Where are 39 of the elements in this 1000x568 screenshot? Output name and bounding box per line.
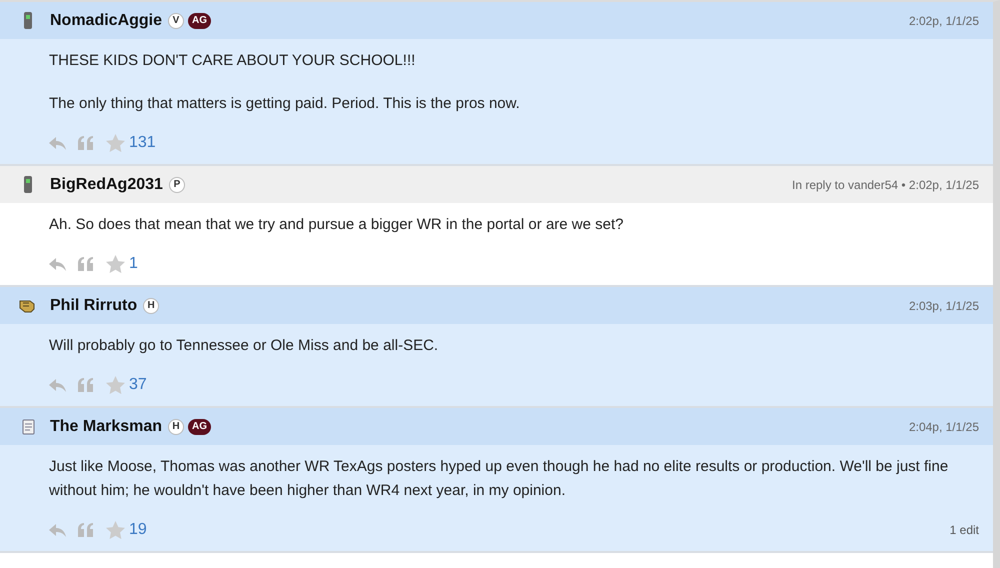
post-text: Ah. So does that mean that we try and pursue a bigger WR in the portal or are we set? [49, 215, 624, 235]
star-count: 131 [129, 134, 156, 152]
post-meta: 2:02p, 1/1/25 [908, 14, 979, 28]
notepad-icon [22, 418, 34, 434]
post-text: Just like Moose, Thomas was another WR TexAgs posters hyped up even though he had no elite results or production. We'll be just fine without him; he wouldn't have been higher than WR4 next year, in my opinion. [49, 457, 950, 501]
star-icon[interactable] [106, 521, 125, 539]
user-badge: AG [188, 418, 212, 434]
post-meta: In reply to vander54 • 2:02p, 1/1/25 [792, 178, 979, 192]
reply-icon[interactable] [49, 378, 66, 392]
quote-icon[interactable] [78, 257, 94, 271]
quote-icon[interactable] [78, 378, 94, 392]
edit-count[interactable]: 1 edit [950, 523, 979, 537]
quote-icon[interactable] [78, 136, 94, 150]
author-name[interactable]: BigRedAg2031 [50, 176, 163, 194]
phone-icon [23, 176, 33, 193]
post-meta: 2:03p, 1/1/25 [908, 298, 979, 312]
star-count: 19 [129, 521, 147, 539]
phone-icon [23, 12, 33, 29]
post-text: Will probably go to Tennessee or Ole Miss and be all-SEC. [49, 336, 440, 356]
star-count: 1 [129, 255, 138, 273]
user-badge: AG [188, 12, 212, 28]
user-badge: P [168, 176, 185, 192]
reply-icon[interactable] [49, 258, 66, 270]
user-badge: H [143, 298, 160, 314]
star-icon[interactable] [106, 376, 125, 394]
star-count: 37 [129, 376, 147, 394]
reply-icon[interactable] [49, 524, 66, 536]
post-text: The only thing that matters is getting paid. Period. This is the pros now. [49, 94, 521, 114]
author-name[interactable]: NomadicAggie [50, 12, 162, 30]
user-badge: H [168, 418, 184, 434]
star-icon[interactable] [106, 255, 125, 273]
star-icon[interactable] [106, 134, 125, 152]
author-name[interactable]: Phil Rirruto [50, 296, 138, 314]
quote-icon[interactable] [78, 523, 94, 537]
user-badge: V [168, 12, 184, 28]
post-text: THESE KIDS DON'T CARE ABOUT YOUR SCHOOL!!! [49, 51, 416, 71]
reply-icon[interactable] [49, 136, 66, 150]
post-meta: 2:04p, 1/1/25 [908, 420, 979, 434]
author-name[interactable]: The Marksman [50, 418, 162, 436]
